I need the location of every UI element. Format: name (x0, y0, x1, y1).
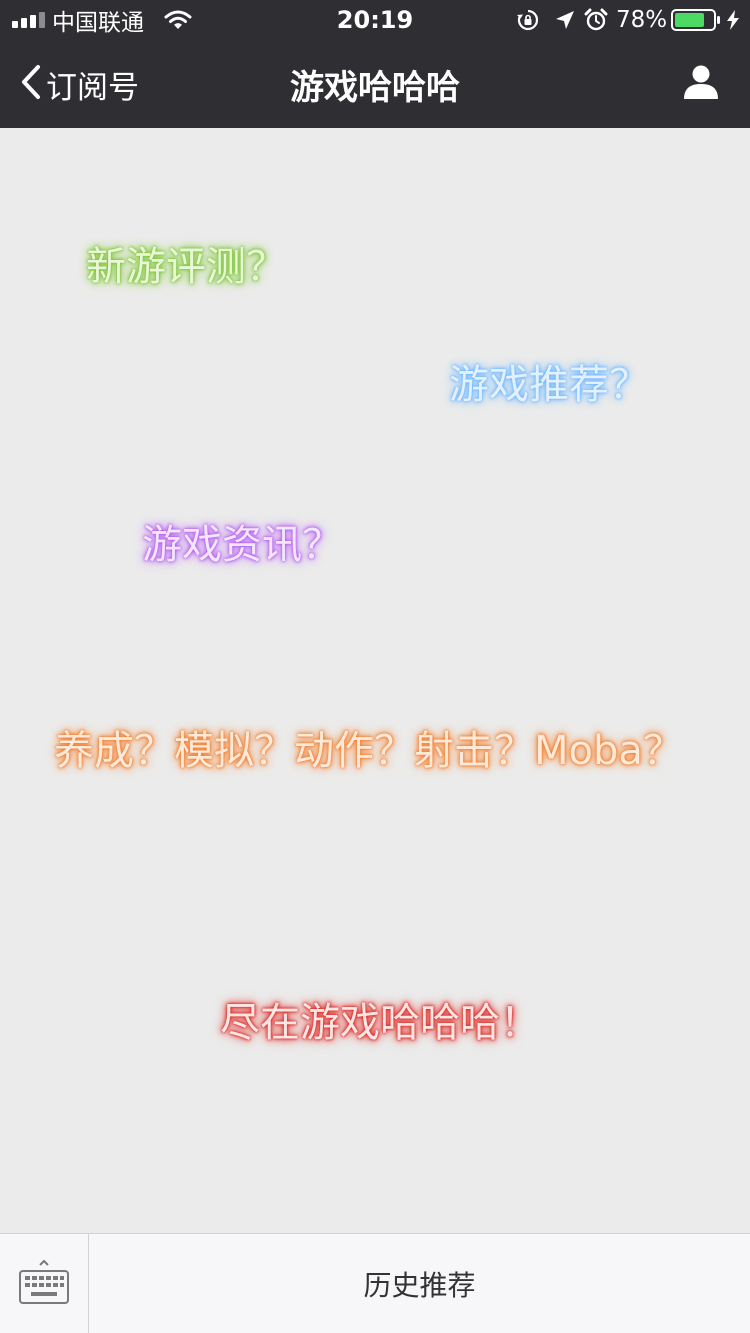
promo-line-game-recommend: 游戏推荐？ (449, 362, 649, 408)
battery-icon (671, 0, 721, 40)
status-bar: 中国联通 20:19 78% (0, 0, 750, 40)
alarm-icon (584, 0, 608, 40)
battery-percent: 78% (616, 7, 668, 33)
back-button[interactable]: 订阅号 (20, 40, 139, 128)
person-icon (682, 64, 720, 104)
promo-line-new-game-review: 新游评测？ (86, 244, 286, 290)
history-recommend-menu-button[interactable]: 历史推荐 (89, 1234, 750, 1333)
profile-button[interactable] (682, 40, 720, 128)
nav-bar: 订阅号 游戏哈哈哈 (0, 40, 750, 128)
promo-line-tagline: 尽在游戏哈哈哈！ (220, 1000, 540, 1046)
rotation-lock-icon (516, 0, 540, 40)
keyboard-icon (18, 1259, 70, 1309)
promo-line-game-news: 游戏资讯？ (142, 522, 342, 568)
back-label: 订阅号 (46, 69, 139, 106)
promo-line-genres: 养成？模拟？动作？射击？Moba？ (54, 728, 683, 774)
screen: 中国联通 20:19 78% 订阅号 游戏哈哈哈 新游评测？ 游戏推荐？ 游戏资… (0, 0, 750, 1333)
charging-bolt-icon (726, 0, 740, 40)
chevron-left-icon (20, 64, 42, 104)
keyboard-toggle-button[interactable] (0, 1234, 89, 1333)
location-arrow-icon (554, 0, 576, 40)
bottom-menu-bar: 历史推荐 (0, 1233, 750, 1333)
